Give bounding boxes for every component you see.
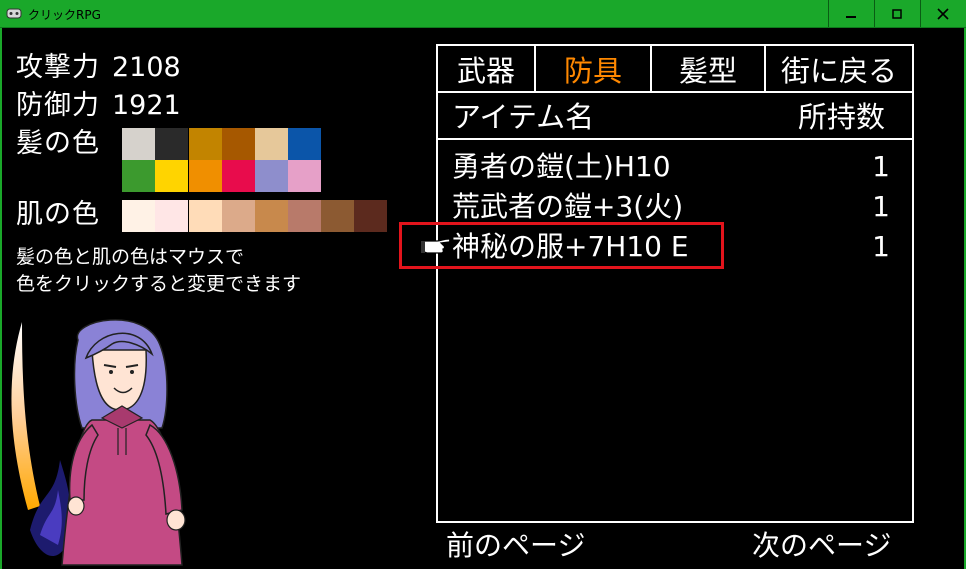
column-header-item-name: アイテム名 <box>452 100 595 134</box>
hair-swatch[interactable] <box>222 128 255 160</box>
item-row-qty: 1 <box>872 150 890 183</box>
maximize-icon <box>892 9 902 19</box>
next-page-button[interactable]: 次のページ <box>752 528 891 564</box>
maximize-button[interactable] <box>874 0 920 28</box>
defense-stat: 防御力 1921 <box>16 90 181 122</box>
hair-swatch[interactable] <box>189 160 222 192</box>
previous-page-button[interactable]: 前のページ <box>446 528 585 564</box>
hair-swatch[interactable] <box>155 128 188 160</box>
close-button[interactable] <box>920 0 966 28</box>
tab-hairstyle[interactable]: 髪型 <box>650 44 766 93</box>
hair-swatch[interactable] <box>255 128 288 160</box>
player-character-sprite <box>11 319 186 566</box>
skin-swatch[interactable] <box>122 200 155 232</box>
item-row-name[interactable]: 勇者の鎧(土)H10 <box>452 148 671 186</box>
header-divider <box>436 138 914 140</box>
hair-swatch[interactable] <box>122 128 155 160</box>
item-row-qty: 1 <box>872 190 890 223</box>
title-bar: クリックRPG <box>0 0 966 28</box>
item-row-qty: 1 <box>872 230 890 263</box>
minimize-icon <box>846 16 856 18</box>
defense-value: 1921 <box>112 90 181 121</box>
item-row-name[interactable]: 荒武者の鎧+3(火) <box>452 188 683 226</box>
hair-swatch[interactable] <box>222 160 255 192</box>
attack-value: 2108 <box>112 52 181 83</box>
skin-swatch[interactable] <box>155 200 188 232</box>
minimize-button[interactable] <box>828 0 874 28</box>
defense-label: 防御力 <box>16 90 100 121</box>
attack-stat: 攻撃力 2108 <box>16 52 181 84</box>
skin-color-label: 肌の色 <box>16 199 100 230</box>
hair-swatch[interactable] <box>288 160 321 192</box>
column-header-quantity: 所持数 <box>798 100 886 134</box>
pointing-hand-cursor-icon <box>420 238 451 254</box>
skin-swatch[interactable] <box>288 200 321 232</box>
skin-swatch[interactable] <box>255 200 288 232</box>
hair-swatch[interactable] <box>155 160 188 192</box>
tab-weapon[interactable]: 武器 <box>436 44 536 93</box>
hair-swatch[interactable] <box>189 128 222 160</box>
attack-label: 攻撃力 <box>16 52 100 83</box>
hair-swatch[interactable] <box>255 160 288 192</box>
hint-line-2: 色をクリックすると変更できます <box>16 273 302 295</box>
hair-color-label: 髪の色 <box>16 128 100 159</box>
window-title: クリックRPG <box>28 8 101 22</box>
skin-swatch[interactable] <box>354 200 387 232</box>
app-icon <box>6 8 22 19</box>
skin-swatch[interactable] <box>222 200 255 232</box>
close-icon <box>937 8 949 20</box>
skin-swatch[interactable] <box>189 200 222 232</box>
tab-armor[interactable]: 防具 <box>534 44 652 93</box>
hair-swatch[interactable] <box>122 160 155 192</box>
hint-line-1: 髪の色と肌の色はマウスで <box>16 246 245 268</box>
skin-swatch[interactable] <box>321 200 354 232</box>
back-to-town-button[interactable]: 街に戻る <box>764 44 914 93</box>
hair-swatch[interactable] <box>288 128 321 160</box>
